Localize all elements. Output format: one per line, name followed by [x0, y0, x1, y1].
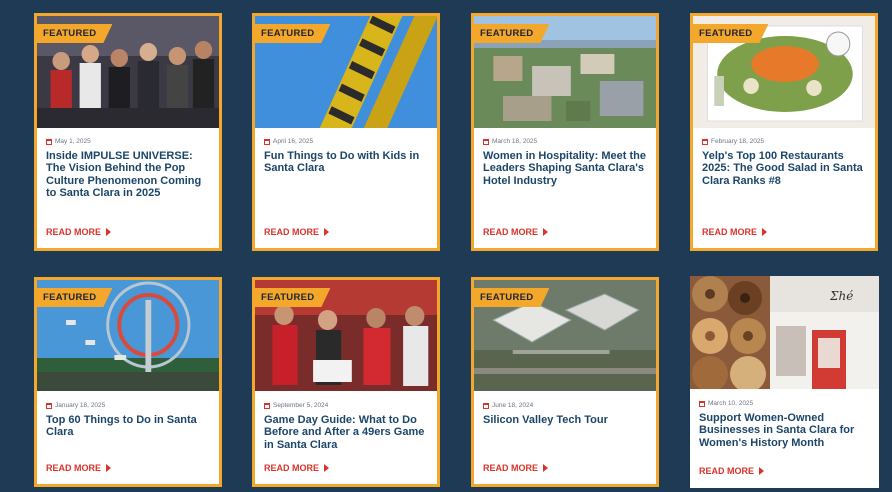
article-title[interactable]: Game Day Guide: What to Do Before and Af…: [264, 414, 429, 451]
article-title[interactable]: Silicon Valley Tech Tour: [483, 414, 648, 426]
read-more-link[interactable]: READ MORE: [702, 227, 768, 237]
post-date: February 18, 2025: [702, 138, 764, 145]
post-date: March 18, 2025: [483, 138, 537, 145]
article-title[interactable]: Inside IMPULSE UNIVERSE: The Vision Behi…: [46, 150, 211, 200]
post-date: May 1, 2025: [46, 138, 91, 145]
read-more-link[interactable]: READ MORE: [264, 227, 330, 237]
post-date: September 5, 2024: [264, 402, 328, 409]
arrow-right-icon: [543, 464, 549, 472]
article-card[interactable]: Ʃhé March 10, 2025 Support Women-Owned B…: [690, 276, 879, 488]
article-card[interactable]: FEATURED May 1, 2025 Inside IMPULSE UNIV…: [34, 13, 222, 251]
article-card[interactable]: FEATURED September 5, 2024 Game Day Guid…: [252, 277, 440, 487]
article-title[interactable]: Support Women-Owned Businesses in Santa …: [699, 412, 871, 449]
article-card[interactable]: FEATURED April 16, 2025 Fun Things to Do…: [252, 13, 440, 251]
article-card[interactable]: FEATURED March 18, 2025 Women in Hospita…: [471, 13, 659, 251]
read-more-link[interactable]: READ MORE: [483, 463, 549, 473]
article-title[interactable]: Fun Things to Do with Kids in Santa Clar…: [264, 150, 429, 175]
post-date: January 18, 2025: [46, 402, 105, 409]
article-title[interactable]: Women in Hospitality: Meet the Leaders S…: [483, 150, 648, 187]
arrow-right-icon: [759, 467, 765, 475]
arrow-right-icon: [543, 228, 549, 236]
featured-badge: FEATURED: [474, 24, 550, 43]
read-more-link[interactable]: READ MORE: [46, 227, 112, 237]
arrow-right-icon: [324, 464, 330, 472]
featured-badge: FEATURED: [37, 24, 113, 43]
read-more-link[interactable]: READ MORE: [699, 466, 765, 476]
featured-badge: FEATURED: [255, 288, 331, 307]
article-card[interactable]: FEATURED June 18, 2024 Silicon Valley Te…: [471, 277, 659, 487]
featured-badge: FEATURED: [474, 288, 550, 307]
arrow-right-icon: [324, 228, 330, 236]
calendar-icon: [483, 138, 489, 145]
arrow-right-icon: [106, 228, 112, 236]
calendar-icon: [46, 402, 52, 409]
featured-badge: FEATURED: [693, 24, 769, 43]
post-date: March 10, 2025: [699, 400, 753, 407]
post-date: April 16, 2025: [264, 138, 313, 145]
arrow-right-icon: [106, 464, 112, 472]
featured-badge: FEATURED: [255, 24, 331, 43]
article-image[interactable]: Ʃhé: [690, 276, 879, 389]
calendar-icon: [264, 138, 270, 145]
read-more-link[interactable]: READ MORE: [483, 227, 549, 237]
calendar-icon: [264, 402, 270, 409]
calendar-icon: [483, 402, 489, 409]
read-more-link[interactable]: READ MORE: [264, 463, 330, 473]
post-date: June 18, 2024: [483, 402, 533, 409]
article-title[interactable]: Yelp's Top 100 Restaurants 2025: The Goo…: [702, 150, 867, 187]
calendar-icon: [46, 138, 52, 145]
calendar-icon: [699, 400, 705, 407]
featured-badge: FEATURED: [37, 288, 113, 307]
arrow-right-icon: [762, 228, 768, 236]
article-title[interactable]: Top 60 Things to Do in Santa Clara: [46, 414, 211, 439]
article-card[interactable]: FEATURED February 18, 2025 Yelp's Top 10…: [690, 13, 878, 251]
svg-text:Ʃhé: Ʃhé: [829, 289, 853, 303]
read-more-link[interactable]: READ MORE: [46, 463, 112, 473]
article-card[interactable]: FEATURED January 18, 2025 Top 60 Things …: [34, 277, 222, 487]
calendar-icon: [702, 138, 708, 145]
